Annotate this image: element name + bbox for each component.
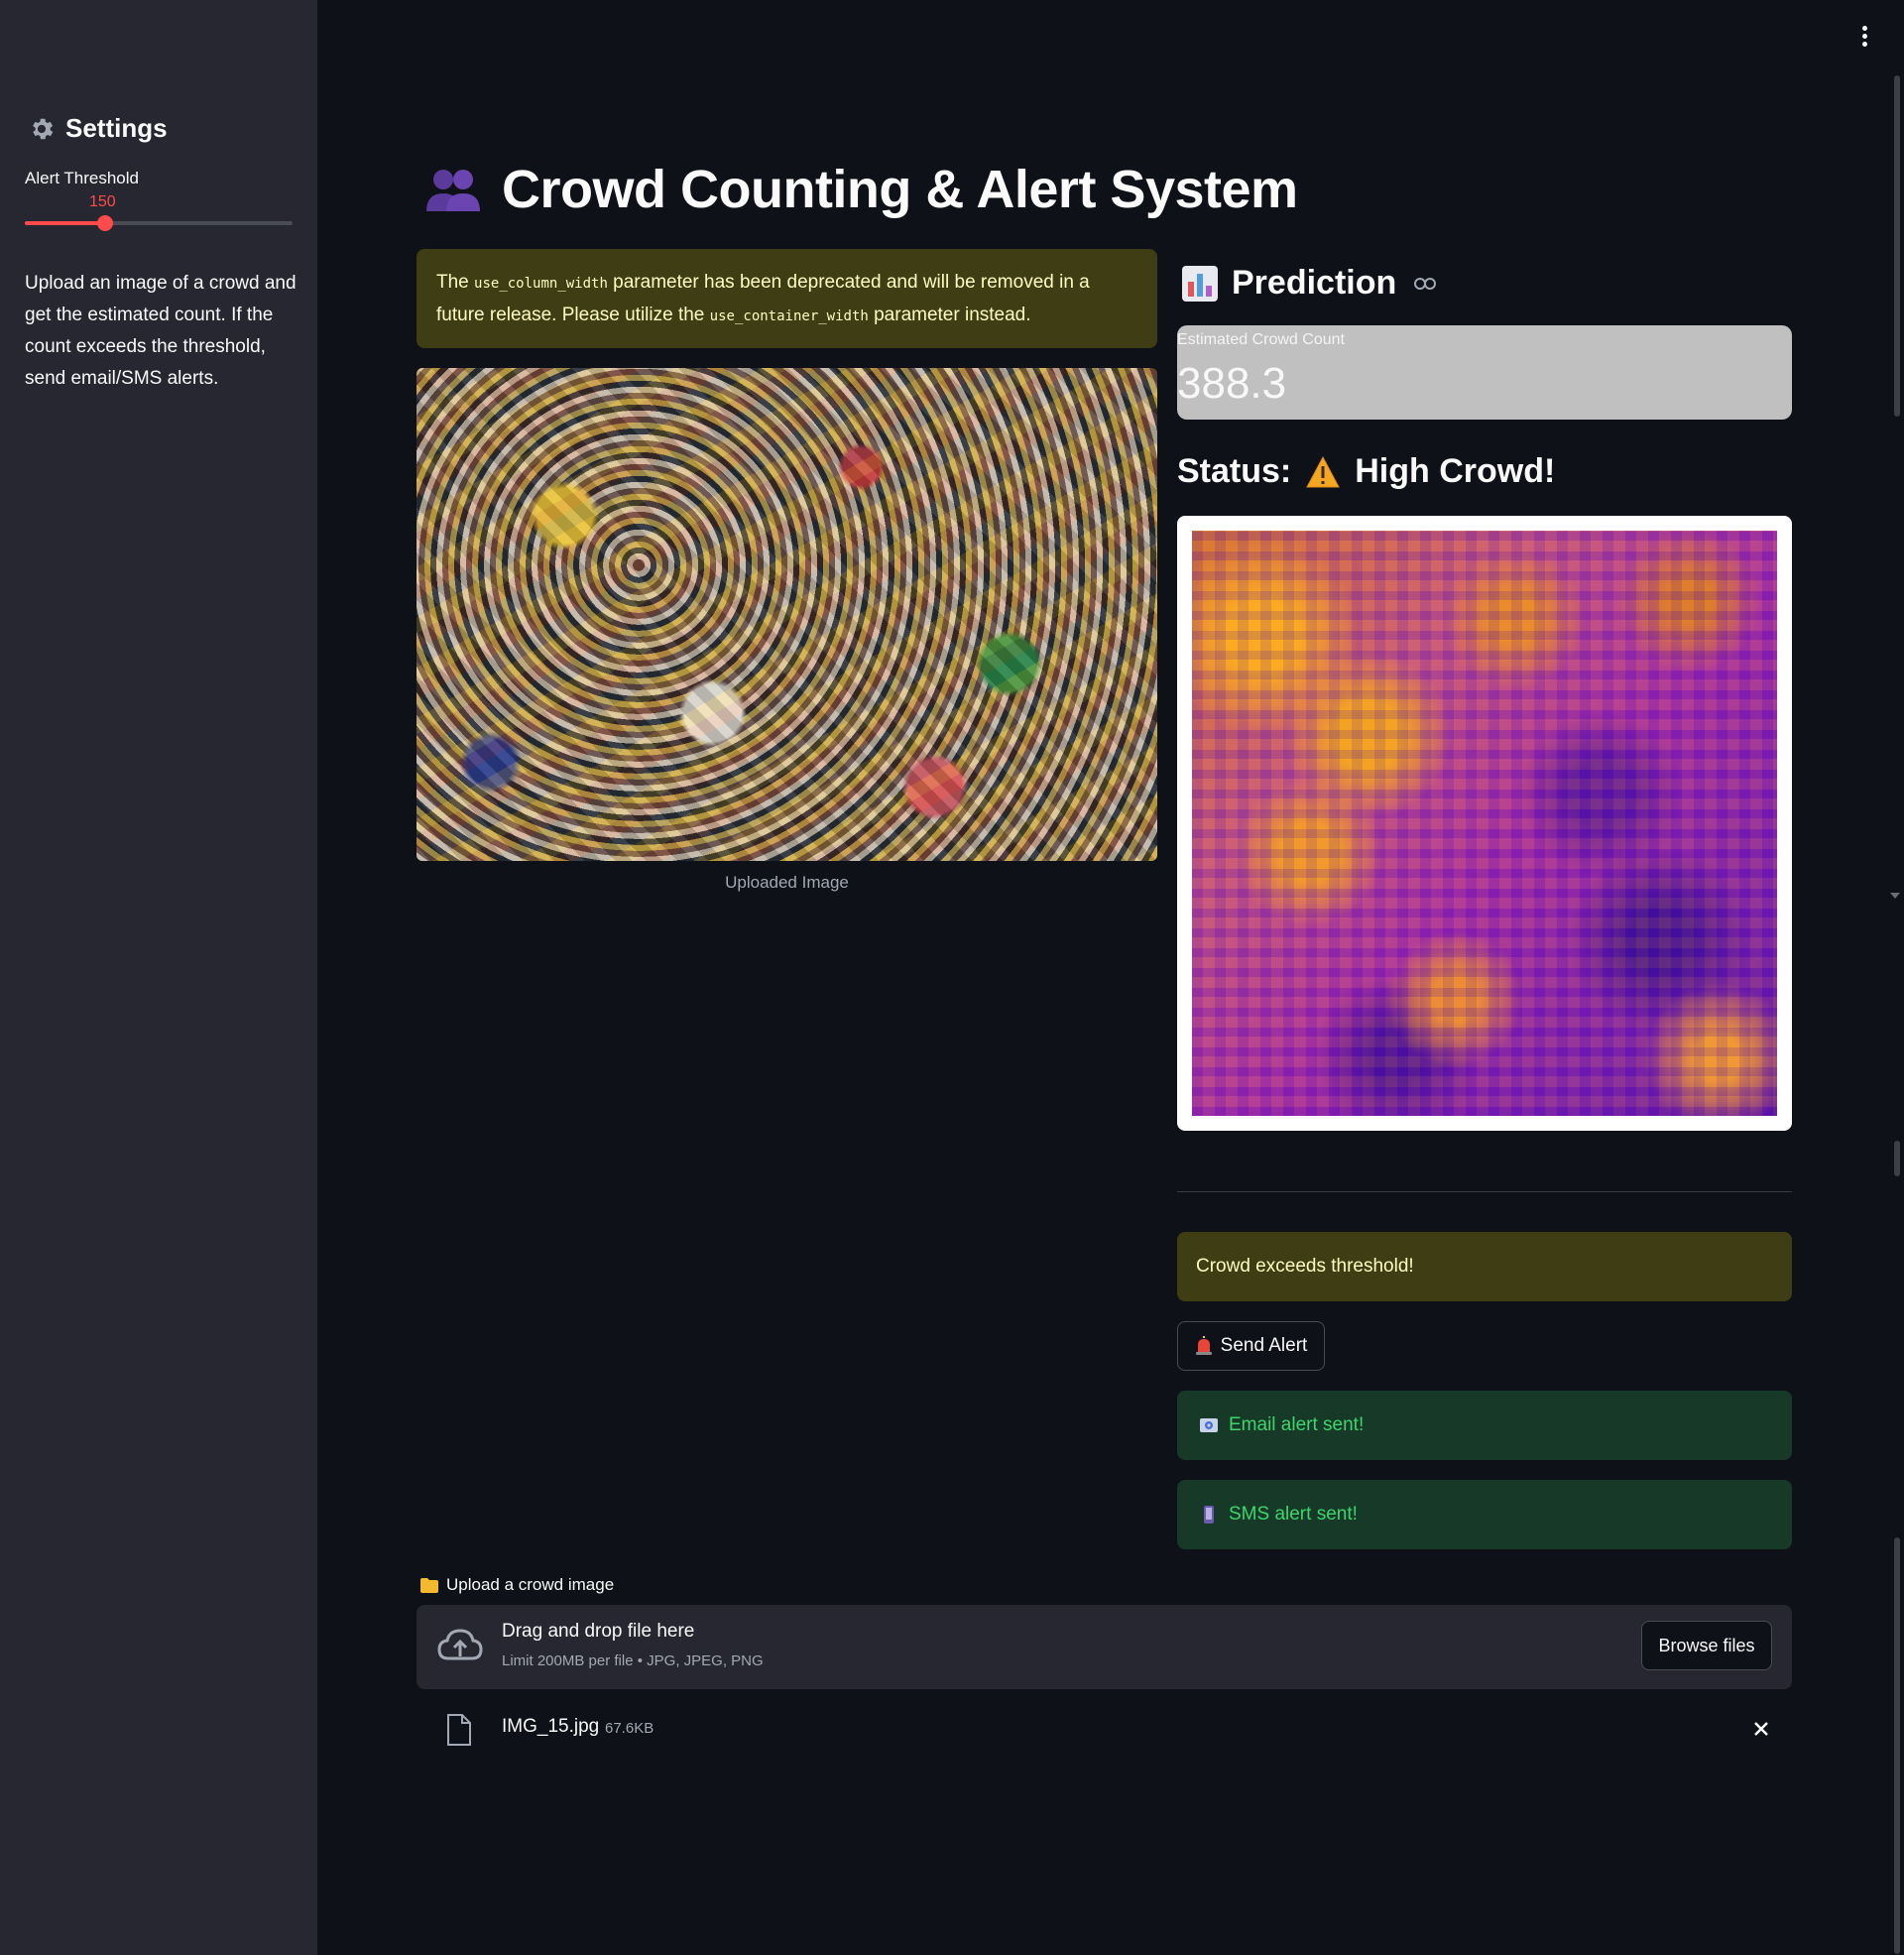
- sidebar: Settings Alert Threshold 150 Upload an i…: [0, 0, 317, 1955]
- uploader-label-text: Upload a crowd image: [446, 1575, 615, 1594]
- metric-label: Estimated Crowd Count: [1177, 331, 1345, 348]
- file-dropzone[interactable]: Drag and drop file here Limit 200MB per …: [416, 1605, 1792, 1689]
- status-line: Status: High Crowd!: [1177, 452, 1555, 491]
- scroll-down-arrow[interactable]: [1890, 893, 1900, 899]
- link-icon[interactable]: [1414, 277, 1437, 291]
- slider-value: 150: [89, 193, 116, 210]
- metric-value: 388.3: [1177, 359, 1287, 408]
- file-icon: [447, 1714, 471, 1746]
- file-size: 67.6KB: [605, 1720, 654, 1737]
- bar-chart-icon: [1182, 265, 1218, 302]
- dropzone-limit: Limit 200MB per file • JPG, JPEG, PNG: [502, 1652, 764, 1669]
- browse-files-button[interactable]: Browse files: [1641, 1621, 1772, 1670]
- density-heatmap-frame: [1177, 516, 1792, 1131]
- sidebar-header: Settings: [28, 113, 168, 144]
- gear-icon: [33, 118, 54, 139]
- threshold-warning: Crowd exceeds threshold!: [1177, 1232, 1792, 1301]
- send-alert-button[interactable]: Send Alert: [1177, 1321, 1325, 1371]
- send-alert-label: Send Alert: [1220, 1335, 1308, 1356]
- page-title-text: Crowd Counting & Alert System: [502, 160, 1298, 219]
- page-title: Crowd Counting & Alert System: [424, 159, 1298, 220]
- crowd-count-metric: Estimated Crowd Count 388.3: [1177, 325, 1792, 420]
- scrollbar-thumb[interactable]: [1894, 1141, 1900, 1176]
- warning-code: use_column_width: [474, 276, 608, 292]
- cloud-upload-icon: [437, 1629, 483, 1660]
- email-sent-text: Email alert sent!: [1229, 1414, 1365, 1435]
- prediction-heading-text: Prediction: [1232, 264, 1397, 302]
- sms-sent-message: SMS alert sent!: [1177, 1480, 1792, 1549]
- scrollbar-thumb[interactable]: [1894, 1537, 1900, 1954]
- slider-fill: [25, 221, 105, 225]
- people-icon: [426, 170, 480, 211]
- warning-code: use_container_width: [709, 308, 869, 324]
- siren-icon: [1195, 1336, 1212, 1355]
- density-heatmap: [1192, 531, 1777, 1116]
- uploader-label: Upload a crowd image: [420, 1575, 614, 1595]
- sidebar-description: Upload an image of a crowd and get the e…: [25, 273, 297, 389]
- slider-thumb[interactable]: [97, 215, 113, 231]
- prediction-heading: Prediction: [1182, 264, 1437, 303]
- status-label: Status:: [1177, 452, 1292, 490]
- image-caption: Uploaded Image: [725, 873, 849, 892]
- uploaded-file-row: IMG_15.jpg 67.6KB: [416, 1706, 1792, 1756]
- folder-icon: [420, 1577, 438, 1593]
- phone-icon: [1204, 1506, 1214, 1524]
- sms-sent-text: SMS alert sent!: [1229, 1504, 1358, 1525]
- uploaded-crowd-image: [416, 368, 1157, 861]
- deprecation-warning: The use_column_width parameter has been …: [416, 249, 1157, 348]
- status-value: High Crowd!: [1355, 452, 1556, 490]
- slider-label: Alert Threshold: [25, 169, 139, 187]
- scrollbar-thumb[interactable]: [1894, 75, 1900, 417]
- main-menu-button[interactable]: [1858, 26, 1870, 50]
- dropzone-title: Drag and drop file here: [502, 1621, 695, 1642]
- email-icon: [1200, 1418, 1218, 1432]
- divider: [1177, 1191, 1792, 1192]
- warning-icon: [1306, 455, 1341, 487]
- close-icon[interactable]: [1750, 1718, 1772, 1740]
- sidebar-title: Settings: [65, 113, 168, 143]
- file-name: IMG_15.jpg: [502, 1716, 600, 1737]
- warning-text: parameter instead.: [868, 305, 1031, 325]
- warning-text: The: [436, 272, 475, 293]
- alert-threshold-slider[interactable]: [25, 215, 293, 231]
- email-sent-message: Email alert sent!: [1177, 1391, 1792, 1460]
